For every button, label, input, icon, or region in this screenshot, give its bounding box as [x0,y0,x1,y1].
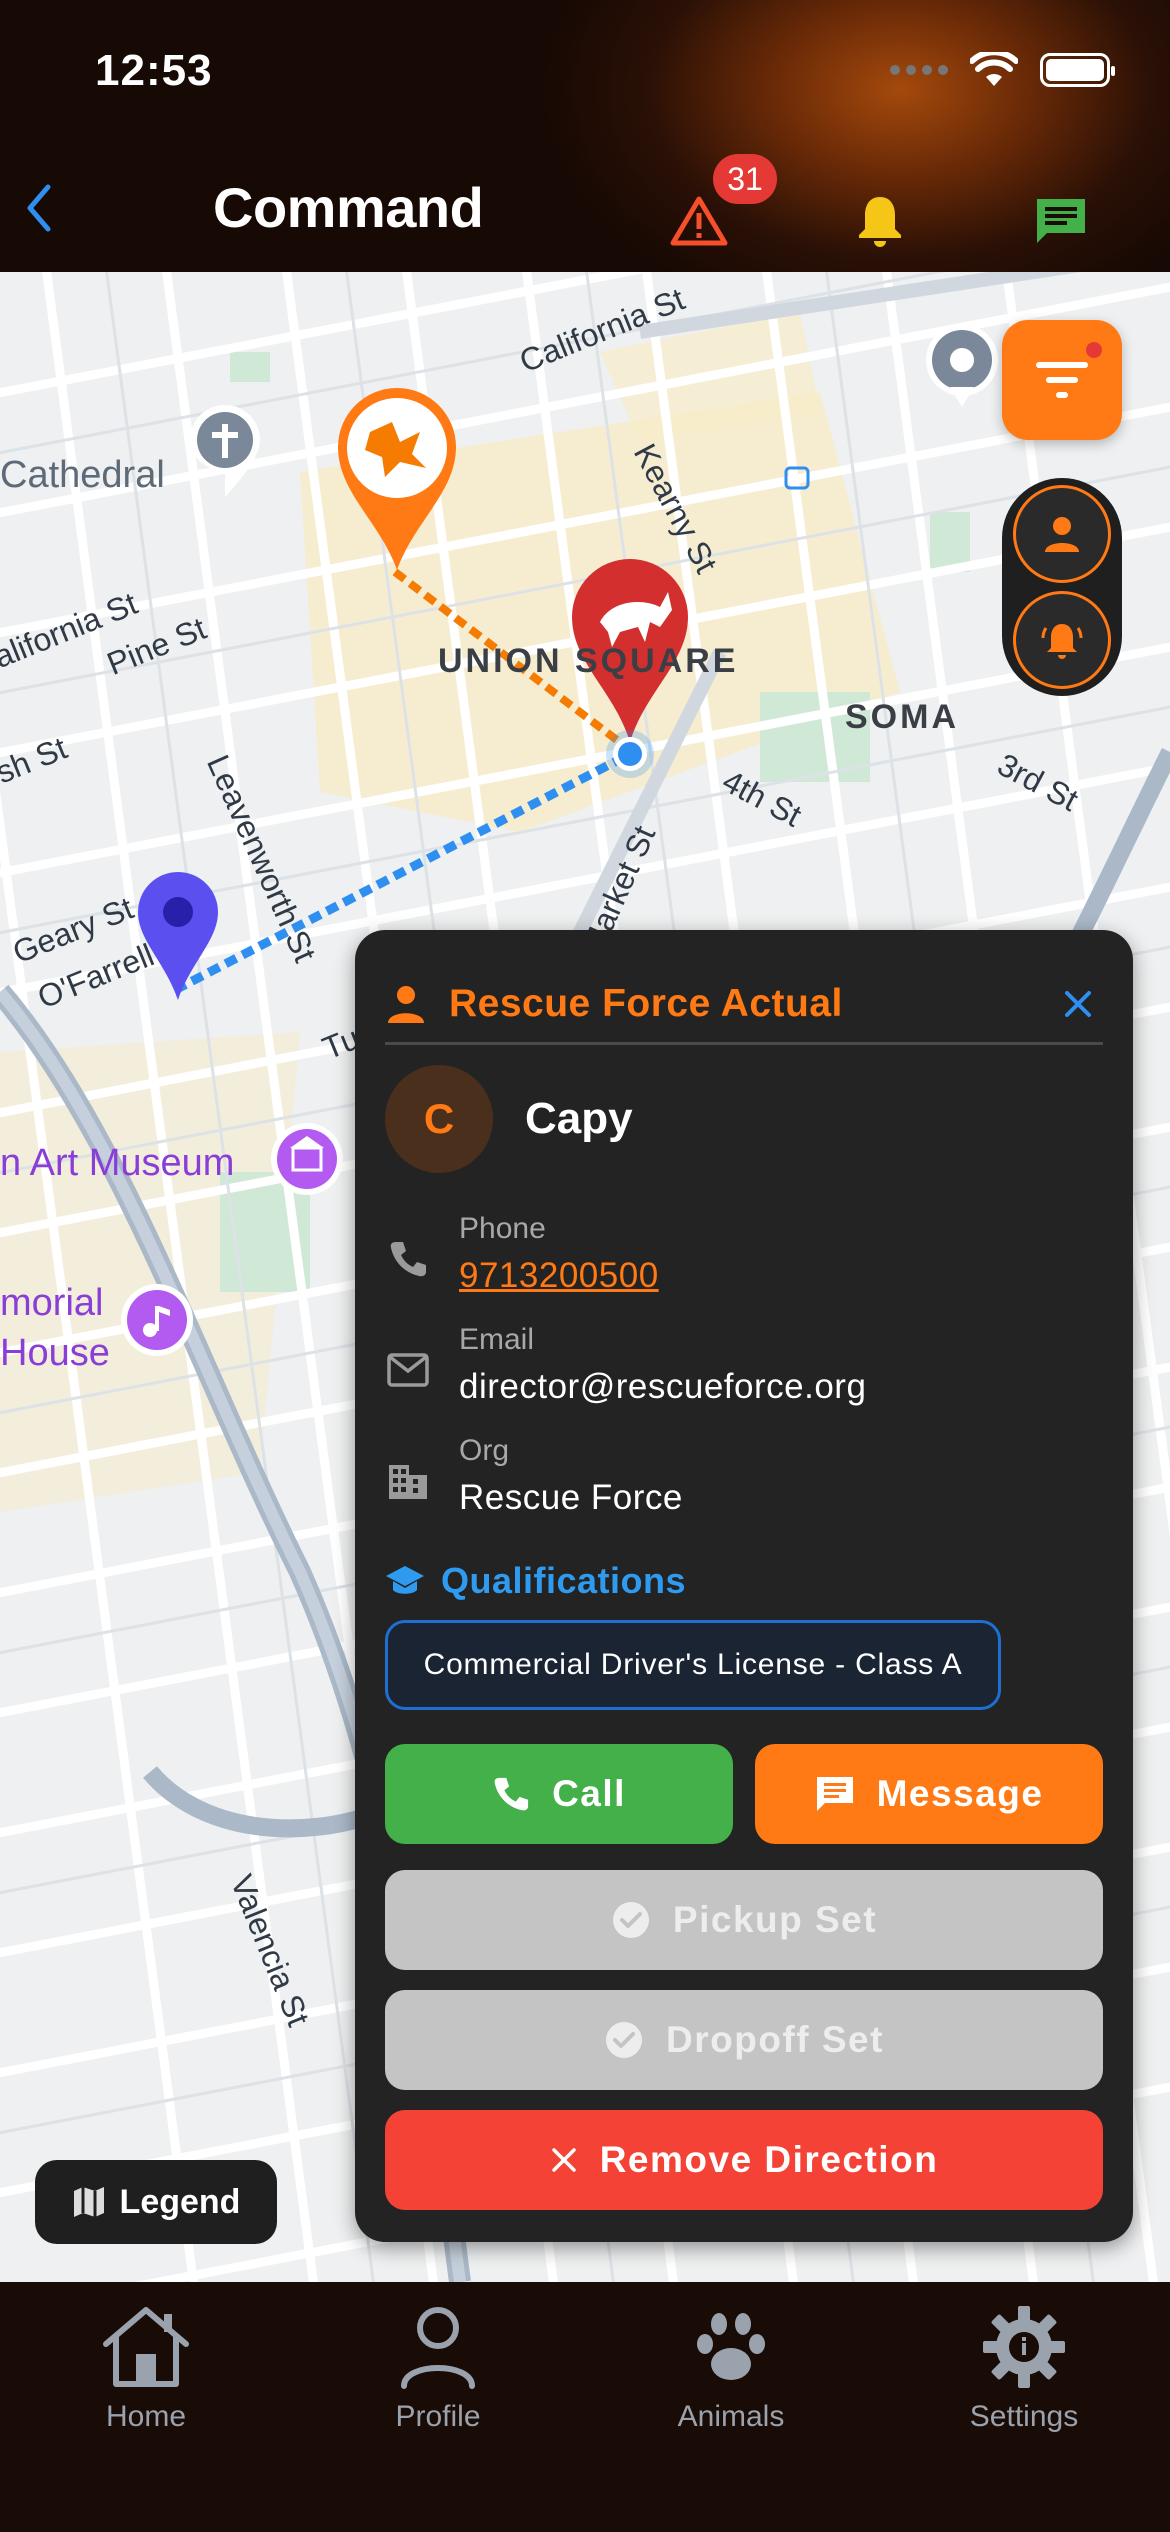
person-header: C Capy [385,1065,633,1173]
email-value: director@rescueforce.org [459,1367,867,1406]
check-circle-icon [612,1902,649,1938]
poi-label: Cathedral [0,454,165,496]
phone-label: Phone [459,1212,546,1245]
qualifications-title: Qualifications [441,1560,687,1601]
messages-button[interactable] [1026,186,1096,256]
filter-indicator-dot [1086,342,1102,358]
phone-row: Phone 9713200500 [385,1210,1085,1300]
chevron-left-icon [27,184,51,232]
avatar: C [385,1065,493,1173]
qualifications-header: Qualifications [385,1560,686,1602]
back-button[interactable] [14,178,64,238]
bottom-navigation: Home Profile Animals Settings [0,2282,1170,2532]
filter-button[interactable] [1002,320,1122,440]
graduation-cap-icon [386,1566,424,1594]
district-label: UNION SQUARE [438,642,739,680]
email-label: Email [459,1323,535,1356]
alarm-bell-icon [1041,623,1083,659]
org-label: Org [459,1434,510,1467]
poi-label: House [0,1332,110,1374]
close-icon [551,2148,576,2172]
check-circle-icon [606,2022,643,2058]
bell-icon [859,197,901,247]
status-time: 12:53 [95,46,213,95]
message-button[interactable]: Message [755,1744,1103,1844]
email-icon [387,1353,429,1387]
call-label: Call [552,1773,626,1814]
status-icons [890,52,1115,88]
poi-label: morial [0,1282,104,1324]
poi-label: n Art Museum [0,1142,235,1184]
signal-icon [890,65,948,75]
map-layer-toggles [1002,478,1122,696]
pickup-set-label: Pickup Set [672,1899,878,1940]
music-poi-icon [121,1284,193,1356]
phone-icon [390,1242,426,1277]
remove-direction-label: Remove Direction [599,2139,939,2180]
pickup-set-button[interactable]: Pickup Set [385,1870,1103,1970]
org-value: Rescue Force [459,1478,683,1517]
settings-gear-icon [983,2306,1065,2388]
close-icon [1065,990,1091,1017]
remove-direction-button[interactable]: Remove Direction [385,2110,1103,2210]
paw-icon [697,2313,765,2380]
responder-details-card: Rescue Force Actual C Capy Phone 9713200… [355,930,1133,2242]
notifications-button[interactable] [845,186,915,256]
profile-icon [401,2307,475,2389]
nav-animals[interactable]: Animals [631,2304,831,2434]
message-icon [816,1777,853,1811]
nav-settings[interactable]: Settings [924,2304,1124,2434]
nav-settings-label: Settings [969,2400,1079,2433]
map-icon [73,2187,104,2217]
home-icon [103,2307,189,2387]
nav-profile[interactable]: Profile [338,2304,538,2434]
person-name: Capy [525,1094,633,1143]
nav-profile-label: Profile [395,2400,481,2433]
call-button[interactable]: Call [385,1744,733,1844]
district-label: SOMA [845,698,959,736]
chat-icon [1037,199,1085,243]
top-app-bar: 12:53 Command 31 [0,0,1170,272]
person-icon [1045,517,1079,553]
qualification-chip: Commercial Driver's License - Class A [385,1620,1001,1710]
dropoff-set-button[interactable]: Dropoff Set [385,1990,1103,2090]
person-icon [388,985,424,1023]
message-label: Message [876,1773,1044,1814]
filter-icon [1036,362,1088,398]
card-title: Rescue Force Actual [449,981,843,1025]
phone-link[interactable]: 9713200500 [459,1252,659,1300]
nav-home[interactable]: Home [46,2304,246,2434]
dropoff-set-label: Dropoff Set [666,2019,884,2060]
wifi-icon [970,52,1018,86]
nav-animals-label: Animals [677,2400,785,2433]
card-header: Rescue Force Actual [385,965,1103,1045]
warning-icon [670,196,728,246]
email-row: Email director@rescueforce.org [385,1321,1085,1411]
museum-poi-icon [271,1123,343,1195]
legend-label: Legend [119,2182,241,2221]
legend-button[interactable]: Legend [35,2160,277,2244]
battery-icon [1040,53,1115,87]
org-row: Org Rescue Force [385,1432,1085,1522]
alarm-layer-toggle[interactable] [1013,590,1111,689]
alert-count-badge: 31 [713,154,777,204]
person-layer-toggle[interactable] [1013,485,1111,584]
page-title: Command [213,176,484,239]
nav-home-label: Home [105,2400,187,2433]
building-icon [389,1465,427,1499]
phone-icon [494,1777,529,1811]
close-button[interactable] [1053,979,1103,1029]
